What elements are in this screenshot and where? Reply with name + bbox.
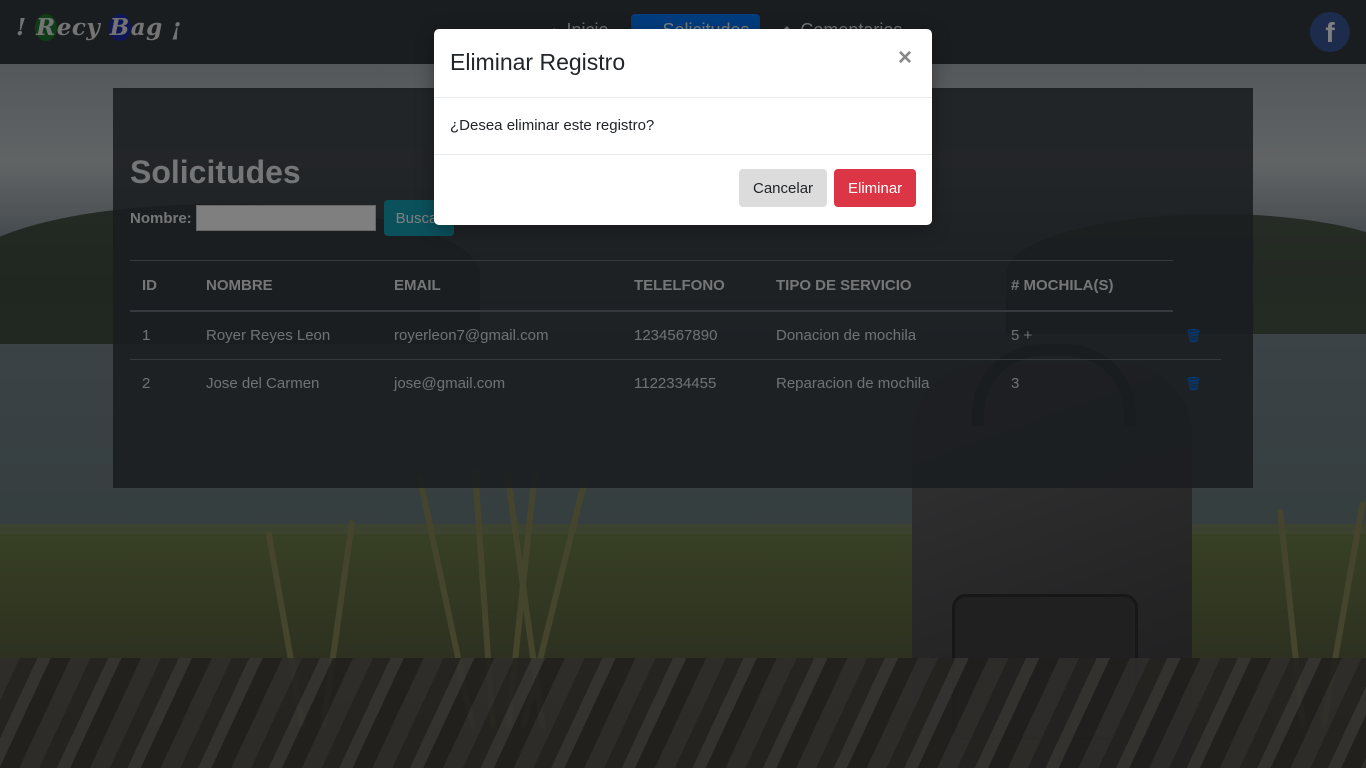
modal-body: ¿Desea eliminar este registro? xyxy=(434,98,932,155)
modal-header: Eliminar Registro × xyxy=(434,29,932,98)
delete-modal: Eliminar Registro × ¿Desea eliminar este… xyxy=(434,29,932,225)
cancel-button[interactable]: Cancelar xyxy=(739,169,828,207)
modal-footer: Cancelar Eliminar xyxy=(434,155,932,225)
modal-message: ¿Desea eliminar este registro? xyxy=(450,117,655,134)
modal-title: Eliminar Registro xyxy=(450,49,626,75)
close-icon[interactable]: × xyxy=(892,45,918,71)
delete-button[interactable]: Eliminar xyxy=(834,169,917,207)
